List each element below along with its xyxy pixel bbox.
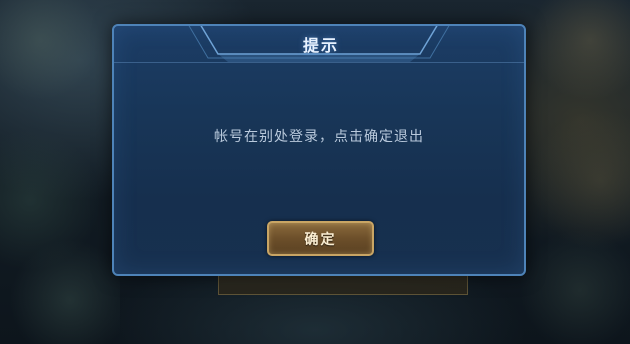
dialog-title: 提示 xyxy=(302,36,339,55)
notice-dialog: 提示 帐号在别处登录，点击确定退出 确定 xyxy=(112,24,526,276)
background-foliage-right xyxy=(520,0,630,344)
dialog-message: 帐号在别处登录，点击确定退出 xyxy=(214,129,424,145)
confirm-button[interactable]: 确定 xyxy=(267,221,374,256)
confirm-button-label: 确定 xyxy=(304,231,337,248)
background-foliage-left xyxy=(0,0,120,344)
